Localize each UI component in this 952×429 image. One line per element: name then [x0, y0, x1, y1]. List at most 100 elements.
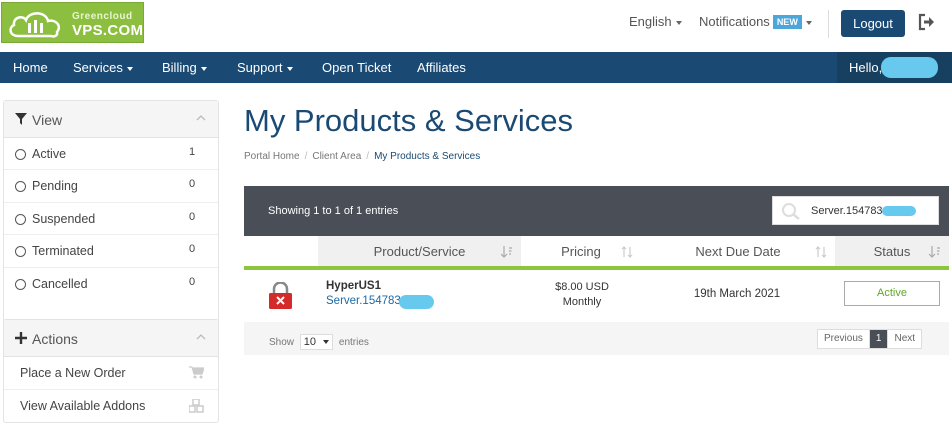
page-size-control: Show 10 entries: [269, 334, 369, 350]
divider: [828, 10, 829, 38]
main-nav: Home Services Billing Support Open Ticke…: [0, 52, 952, 83]
logout-button[interactable]: Logout: [841, 10, 905, 37]
filter-label: Terminated: [32, 244, 94, 259]
brand-name-bottom: VPS.COM: [72, 22, 144, 39]
chevron-down-icon: [805, 20, 812, 25]
breadcrumb: Portal Home / Client Area / My Products & Se…: [244, 151, 480, 162]
redacted-server-id: [399, 295, 434, 309]
view-panel-title: View: [32, 112, 63, 128]
chevron-down-icon: [286, 66, 293, 71]
pagination: Previous 1 Next: [817, 329, 923, 349]
radio-icon: [15, 213, 26, 225]
view-panel-header[interactable]: View: [4, 101, 218, 138]
column-label: Product/Service: [373, 244, 466, 259]
filter-count: 0: [189, 210, 196, 223]
ssl-lock-icon: [269, 282, 292, 309]
language-selector[interactable]: English: [629, 14, 682, 29]
column-status[interactable]: Status: [835, 236, 949, 270]
breadcrumb-client-area[interactable]: Client Area: [312, 151, 361, 162]
sort-descending-icon: [929, 246, 940, 258]
server-link[interactable]: Server.154783: [326, 295, 401, 307]
filter-active[interactable]: Active 1: [4, 138, 218, 171]
notifications-label: Notifications: [699, 14, 770, 29]
page-size-value: 10: [303, 336, 317, 348]
filter-count: 0: [189, 243, 196, 256]
filter-cancelled[interactable]: Cancelled 0: [4, 268, 218, 300]
redacted-search-text: [882, 206, 916, 216]
entries-label: entries: [338, 337, 369, 348]
filter-label: Pending: [32, 179, 78, 194]
hello-label: Hello,: [849, 60, 883, 75]
page-1-button[interactable]: 1: [869, 330, 889, 348]
previous-button[interactable]: Previous: [818, 330, 870, 348]
radio-icon: [15, 149, 26, 160]
column-label: Pricing: [561, 244, 601, 259]
nav-open-ticket[interactable]: Open Ticket: [322, 60, 391, 75]
table-toolbar: Showing 1 to 1 of 1 entries Server.15478…: [244, 186, 949, 236]
notifications-menu[interactable]: Notifications NEW: [699, 14, 812, 29]
actions-panel: Actions Place a New Order View Available…: [3, 319, 219, 423]
cloud-logo-icon: [9, 12, 61, 38]
page-title: My Products & Services: [244, 103, 574, 138]
table-header-row: Product/Service Pricing Next Due Date St…: [244, 236, 949, 270]
column-pricing[interactable]: Pricing: [521, 236, 641, 270]
filter-label: Suspended: [32, 211, 96, 226]
filter-suspended[interactable]: Suspended 0: [4, 203, 218, 236]
breadcrumb-separator: /: [304, 151, 308, 162]
show-label: Show: [269, 337, 295, 348]
brand-logo[interactable]: Greencloud VPS.COM: [1, 2, 144, 43]
sort-icon: [815, 246, 827, 258]
radio-icon: [15, 278, 26, 290]
next-button[interactable]: Next: [888, 330, 921, 348]
nav-billing[interactable]: Billing: [162, 60, 207, 75]
actions-panel-header[interactable]: Actions: [4, 320, 218, 357]
sort-descending-icon: [501, 246, 512, 258]
filter-count: 0: [189, 178, 196, 191]
filter-terminated[interactable]: Terminated 0: [4, 235, 218, 268]
sign-out-icon[interactable]: [918, 13, 936, 31]
search-icon: [782, 203, 800, 220]
filter-pending[interactable]: Pending 0: [4, 170, 218, 203]
column-product-service[interactable]: Product/Service: [318, 236, 521, 270]
action-label: Place a New Order: [20, 366, 126, 380]
sort-icon: [621, 246, 633, 258]
status-badge: Active: [844, 281, 940, 306]
page-size-select[interactable]: 10: [299, 334, 334, 350]
chevron-down-icon: [675, 20, 682, 25]
chevron-up-icon[interactable]: [196, 334, 206, 340]
filter-label: Cancelled: [32, 276, 88, 291]
next-due-date: 19th March 2021: [693, 288, 781, 300]
nav-home[interactable]: Home: [13, 60, 48, 75]
table-row[interactable]: HyperUS1 Server.154783 $8.00 USD Monthly…: [244, 270, 949, 322]
language-label: English: [629, 14, 672, 29]
nav-services[interactable]: Services: [73, 60, 133, 75]
price-amount: $8.00 USD: [555, 281, 609, 293]
table-footer: Show 10 entries Previous 1 Next: [244, 322, 949, 355]
nav-affiliates[interactable]: Affiliates: [417, 60, 466, 75]
nav-support[interactable]: Support: [237, 60, 293, 75]
nav-services-label: Services: [73, 60, 123, 75]
filter-count: 1: [189, 146, 196, 158]
chevron-down-icon: [200, 66, 207, 71]
breadcrumb-separator: /: [366, 151, 370, 162]
column-label: Next Due Date: [695, 244, 781, 259]
user-menu[interactable]: Hello,: [837, 52, 952, 83]
redacted-username: [881, 57, 938, 78]
column-icon-spacer: [244, 236, 318, 270]
nav-support-label: Support: [237, 60, 283, 75]
action-label: View Available Addons: [20, 398, 146, 413]
column-label: Status: [873, 244, 911, 259]
cart-icon: [189, 366, 204, 379]
radio-icon: [15, 246, 26, 258]
chevron-up-icon[interactable]: [196, 115, 206, 121]
filter-icon: [15, 113, 27, 125]
place-new-order-link[interactable]: Place a New Order: [4, 357, 218, 390]
column-next-due-date[interactable]: Next Due Date: [641, 236, 835, 270]
brand-name-top: Greencloud: [72, 11, 133, 22]
view-addons-link[interactable]: View Available Addons: [4, 390, 218, 423]
nav-billing-label: Billing: [162, 60, 197, 75]
plus-icon: [15, 332, 27, 344]
table-search-input[interactable]: Server.154783: [772, 196, 939, 225]
breadcrumb-portal-home[interactable]: Portal Home: [244, 151, 300, 162]
product-name: HyperUS1: [326, 280, 381, 292]
